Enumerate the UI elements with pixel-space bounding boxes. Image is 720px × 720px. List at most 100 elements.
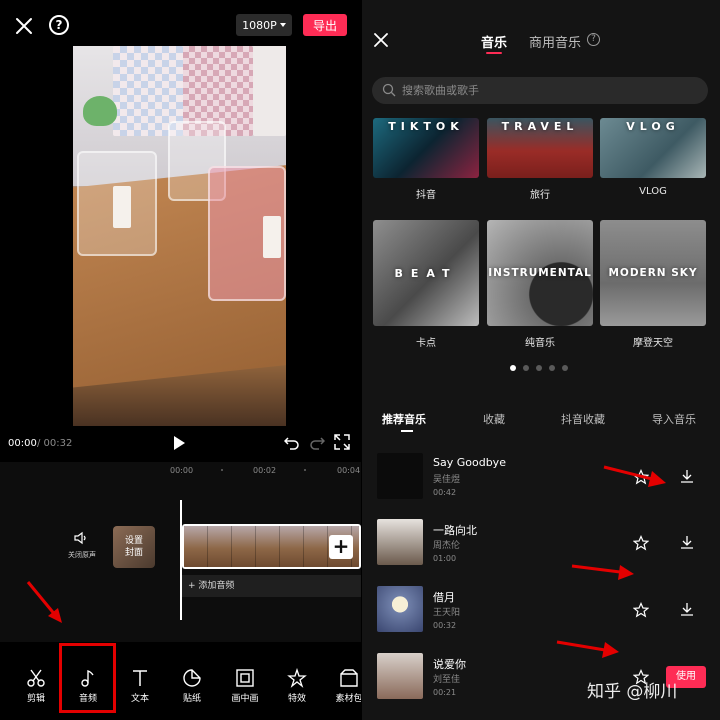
search-input[interactable] [402, 77, 692, 104]
song-title: 说爱你 [433, 658, 466, 671]
carousel-dot[interactable] [562, 365, 568, 371]
resolution-value: 1080P [242, 18, 277, 32]
song-cover [377, 453, 423, 499]
export-button[interactable]: 导出 [303, 14, 347, 36]
category-card-instrumental[interactable]: INSTRUMENTAL 纯音乐 [487, 220, 593, 349]
video-editor-pane: ? 1080P 导出 00:00 / 00:32 00:00 00:02 00:… [0, 0, 361, 720]
clip-frame [352, 526, 359, 567]
audio-tool-highlight [59, 643, 116, 713]
category-card-modern-sky[interactable]: MODERN SKY 摩登天空 [600, 220, 706, 349]
tool-text[interactable]: 文本 [117, 668, 163, 704]
material-pack-icon [340, 669, 358, 687]
clip-frame [280, 526, 304, 567]
tool-material-pack[interactable]: 素材包 [326, 668, 361, 704]
timeline-tick: 00:04 [337, 466, 361, 475]
favorite-star-icon[interactable] [633, 535, 649, 551]
clip-frame [256, 526, 280, 567]
subtab-douyin-favorites[interactable]: 抖音收藏 [561, 411, 605, 427]
timeline-tick: 00:00 [170, 466, 194, 475]
download-icon[interactable] [679, 534, 695, 550]
info-icon[interactable]: ? [587, 33, 600, 46]
set-cover-label: 设置 [124, 536, 143, 546]
category-thumbnail: BEAT [373, 220, 479, 326]
subtab-recommended[interactable]: 推荐音乐 [382, 411, 426, 427]
preview-glass-label [263, 216, 281, 258]
clip-frame [184, 526, 208, 567]
video-preview[interactable] [73, 46, 286, 426]
add-clip-button[interactable]: + [329, 535, 353, 559]
timeline-tick: 00:02 [253, 466, 277, 475]
help-button[interactable]: ? [49, 15, 69, 35]
category-label: 摩登天空 [633, 338, 673, 349]
resolution-dropdown[interactable]: 1080P [236, 14, 292, 36]
timeline-tick-dot [304, 469, 306, 471]
download-icon[interactable] [679, 468, 695, 484]
category-label: 旅行 [530, 190, 550, 201]
red-arrow-icon [571, 564, 634, 580]
category-card-tiktok[interactable]: TIKTOK 抖音 [373, 118, 479, 201]
tool-label: 文本 [130, 694, 149, 704]
carousel-dot[interactable] [549, 365, 555, 371]
playhead[interactable] [180, 500, 182, 620]
preview-glass-label [113, 186, 131, 228]
search-icon [382, 83, 396, 97]
song-item[interactable]: 借月 王天阳 00:32 [362, 586, 720, 646]
category-thumbnail: TIKTOK [373, 118, 479, 178]
song-duration: 00:42 [433, 488, 457, 497]
carousel-dot[interactable] [510, 365, 516, 371]
song-cover [377, 653, 423, 699]
timeline-tick-dot [221, 469, 223, 471]
tab-music[interactable]: 音乐 [481, 32, 507, 51]
red-arrow-icon [603, 465, 666, 487]
subtab-import-music[interactable]: 导入音乐 [652, 411, 696, 427]
song-artist: 吴佳煜 [433, 475, 461, 485]
category-thumbnail: VLOG [600, 118, 706, 178]
redo-icon[interactable] [309, 434, 325, 450]
category-card-travel[interactable]: TRAVEL 旅行 [487, 118, 593, 201]
tool-label: 剪辑 [26, 694, 45, 704]
song-cover [377, 586, 423, 632]
carousel-dot[interactable] [536, 365, 542, 371]
category-card-beat[interactable]: BEAT 卡点 [373, 220, 479, 349]
music-library-pane: 音乐 商用音乐 ? TIKTOK 抖音 TRAVEL 旅行 VLOG VLOG … [362, 0, 720, 720]
category-thumbnail: TRAVEL [487, 118, 593, 178]
mute-original-label: 关闭原声 [68, 551, 96, 559]
tool-picture-in-picture[interactable]: 画中画 [222, 668, 268, 704]
active-tab-indicator [486, 52, 502, 54]
close-editor-button[interactable] [12, 14, 36, 38]
fullscreen-icon[interactable] [334, 434, 350, 450]
tool-label: 素材包 [335, 694, 361, 704]
song-title: 借月 [433, 591, 455, 604]
subtab-favorites[interactable]: 收藏 [483, 411, 505, 427]
tab-commercial-music[interactable]: 商用音乐 [529, 32, 581, 51]
category-label: 抖音 [416, 190, 436, 201]
scissors-icon [27, 669, 45, 687]
set-cover-label: 封面 [124, 548, 143, 558]
text-icon [133, 670, 147, 686]
download-icon[interactable] [679, 601, 695, 617]
category-label: 卡点 [416, 338, 436, 349]
red-arrow-icon [556, 640, 619, 658]
tool-sticker[interactable]: 贴纸 [169, 668, 215, 704]
song-title: Say Goodbye [433, 456, 506, 469]
carousel-dot[interactable] [523, 365, 529, 371]
picture-in-picture-icon [236, 669, 254, 687]
tool-label: 贴纸 [182, 694, 201, 704]
favorite-star-icon[interactable] [633, 602, 649, 618]
play-button[interactable] [174, 436, 185, 450]
tool-edit[interactable]: 剪辑 [13, 668, 59, 704]
tool-effects[interactable]: 特效 [274, 668, 320, 704]
close-icon[interactable] [372, 31, 390, 49]
search-bar[interactable] [372, 77, 708, 104]
set-cover-button[interactable]: 设置 封面 [113, 526, 155, 568]
song-item[interactable]: 一路向北 周杰伦 01:00 [362, 519, 720, 579]
add-audio-track[interactable]: + 添加音频 [182, 575, 361, 597]
speaker-icon[interactable] [74, 531, 88, 545]
category-word: VLOG [626, 120, 680, 133]
category-thumbnail: INSTRUMENTAL [487, 220, 593, 326]
effects-star-icon [287, 668, 307, 688]
undo-icon[interactable] [284, 434, 300, 450]
category-card-vlog[interactable]: VLOG VLOG [600, 118, 706, 197]
song-artist: 周杰伦 [433, 541, 461, 551]
total-time: / 00:32 [37, 438, 73, 449]
